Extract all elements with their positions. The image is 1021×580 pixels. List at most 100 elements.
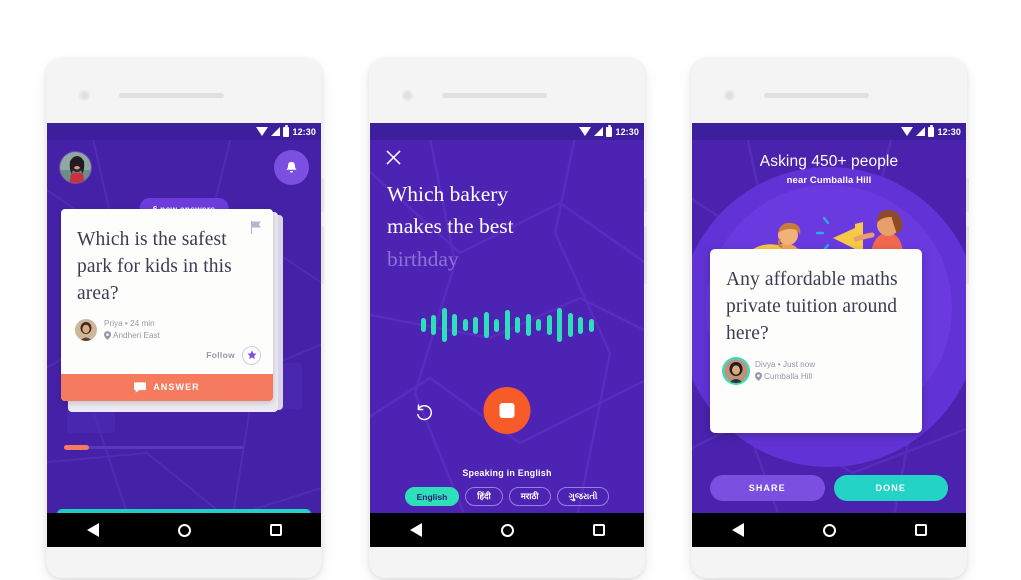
question-text: Which is the safest park for kids in thi… xyxy=(77,229,232,304)
waveform-bar xyxy=(431,315,436,335)
earpiece-speaker-1 xyxy=(119,93,224,98)
question-card[interactable]: Which is the safest park for kids in thi… xyxy=(61,209,273,401)
language-chip-row: English हिंदी मराठी ગુજરાતી xyxy=(370,487,644,506)
star-icon xyxy=(247,350,256,359)
question-card-3[interactable]: Any affordable maths private tuition aro… xyxy=(710,249,922,433)
front-camera-icon-2 xyxy=(402,90,413,101)
recents-square-icon[interactable] xyxy=(914,524,927,536)
waveform-bar xyxy=(452,314,457,336)
wifi-icon xyxy=(579,127,592,136)
screen-3: 12:30 Asking 450+ people near Cumballa H… xyxy=(692,123,966,547)
front-camera-icon-3 xyxy=(724,90,735,101)
language-chip-4[interactable]: ગુજરાતી xyxy=(556,487,610,506)
screen-1: 12:30 6 new answers xyxy=(47,123,321,547)
waveform-bar xyxy=(557,308,562,342)
waveform-bar xyxy=(515,317,520,333)
close-x-icon xyxy=(386,150,401,165)
stop-record-button[interactable] xyxy=(483,387,531,434)
author-meta: Priya • 24 min Andheri East xyxy=(61,313,273,342)
phone-side-button-power-2[interactable] xyxy=(644,226,647,284)
waveform-bar xyxy=(473,316,478,334)
back-triangle-icon[interactable] xyxy=(409,523,422,537)
home-circle-icon[interactable] xyxy=(822,523,836,537)
transcription-line-1: Which bakery xyxy=(387,182,509,206)
undo-rotate-icon xyxy=(417,404,432,421)
front-camera-icon-1 xyxy=(79,90,90,101)
waveform-bar xyxy=(420,318,426,332)
asking-headline: Asking 450+ people xyxy=(759,153,899,170)
notification-bell-button[interactable] xyxy=(274,150,309,185)
author-avatar xyxy=(75,318,97,341)
share-button[interactable]: SHARE xyxy=(710,475,825,501)
speaking-language-label: Speaking in English xyxy=(462,468,552,478)
status-time: 12:30 xyxy=(937,126,961,137)
home-circle-icon[interactable] xyxy=(500,523,514,537)
waveform-bar xyxy=(578,316,583,334)
pager-thumb[interactable] xyxy=(64,445,90,450)
follow-row[interactable]: Follow xyxy=(61,342,273,374)
waveform-bar xyxy=(483,312,489,338)
language-chip-1[interactable]: English xyxy=(404,487,460,506)
close-button[interactable] xyxy=(386,150,401,170)
answer-button-label: ANSWER xyxy=(153,382,200,392)
asking-subhead: near Cumballa Hill xyxy=(786,175,872,186)
undo-button[interactable] xyxy=(415,403,434,427)
screen-2: 12:30 Which bakery makes the best birthd… xyxy=(370,123,644,547)
author-meta-3: Divya • Just now Cumballa Hill xyxy=(710,354,922,383)
phone-side-button-volume-3[interactable] xyxy=(966,178,969,212)
transcription-line-2: makes the best xyxy=(387,214,514,239)
follow-star-button[interactable] xyxy=(242,345,261,365)
author-info-3: Divya • Just now Cumballa Hill xyxy=(755,359,815,383)
language-chip-3[interactable]: मराठी xyxy=(508,487,551,506)
status-bar-2: 12:30 xyxy=(370,123,644,140)
wifi-icon xyxy=(256,127,269,136)
android-nav-bar-2 xyxy=(370,513,644,547)
battery-icon xyxy=(928,124,935,137)
battery-icon xyxy=(606,124,613,137)
author-avatar-3 xyxy=(724,358,748,383)
waveform-bar xyxy=(504,310,510,340)
waveform-bar xyxy=(494,318,499,332)
phone-side-button-volume-1[interactable] xyxy=(321,178,324,212)
android-nav-bar-1 xyxy=(47,513,321,547)
recents-square-icon[interactable] xyxy=(269,524,282,536)
earpiece-speaker-2 xyxy=(442,93,547,98)
follow-label: Follow xyxy=(206,350,235,360)
language-chip-2[interactable]: हिंदी xyxy=(465,487,503,506)
author-info: Priya • 24 min Andheri East xyxy=(104,318,160,342)
avatar[interactable] xyxy=(59,151,92,184)
location-text-3: Cumballa Hill xyxy=(764,371,813,381)
author-location: Andheri East xyxy=(104,330,160,342)
waveform-bar xyxy=(588,318,594,332)
done-button[interactable]: DONE xyxy=(833,475,948,501)
author-name-time: Priya • 24 min xyxy=(104,318,155,328)
phone-side-button-volume-2[interactable] xyxy=(644,178,647,212)
waveform-bar xyxy=(536,319,541,331)
battery-icon xyxy=(283,124,290,137)
waveform-bar xyxy=(462,319,468,331)
card-pager[interactable] xyxy=(64,445,244,450)
waveform-bar xyxy=(525,314,531,336)
back-triangle-icon[interactable] xyxy=(86,523,99,537)
location-text: Andheri East xyxy=(113,330,160,340)
status-time: 12:30 xyxy=(615,126,639,137)
transcription-text: Which bakery makes the best birthday xyxy=(387,178,617,275)
map-pin-icon xyxy=(104,331,111,340)
answer-button[interactable]: ANSWER xyxy=(61,373,273,401)
home-circle-icon[interactable] xyxy=(177,523,191,537)
wifi-icon xyxy=(901,127,914,136)
phone-mockup-2: 12:30 Which bakery makes the best birthd… xyxy=(369,58,647,578)
notification-bell-icon xyxy=(286,161,297,173)
back-triangle-icon[interactable] xyxy=(731,523,744,537)
recents-square-icon[interactable] xyxy=(592,524,605,536)
screenshot-stage: 12:30 6 new answers xyxy=(0,0,1021,580)
phone-mockup-3: 12:30 Asking 450+ people near Cumballa H… xyxy=(691,58,969,578)
signal-icon xyxy=(594,127,604,136)
signal-icon xyxy=(916,127,926,136)
action-button-row: SHARE DONE xyxy=(710,475,948,501)
phone-mockup-1: 12:30 6 new answers xyxy=(46,58,324,578)
flag-icon[interactable] xyxy=(250,221,262,239)
phone-side-button-power-3[interactable] xyxy=(966,226,969,284)
phone-side-button-power-1[interactable] xyxy=(321,226,324,284)
audio-waveform xyxy=(370,301,644,349)
